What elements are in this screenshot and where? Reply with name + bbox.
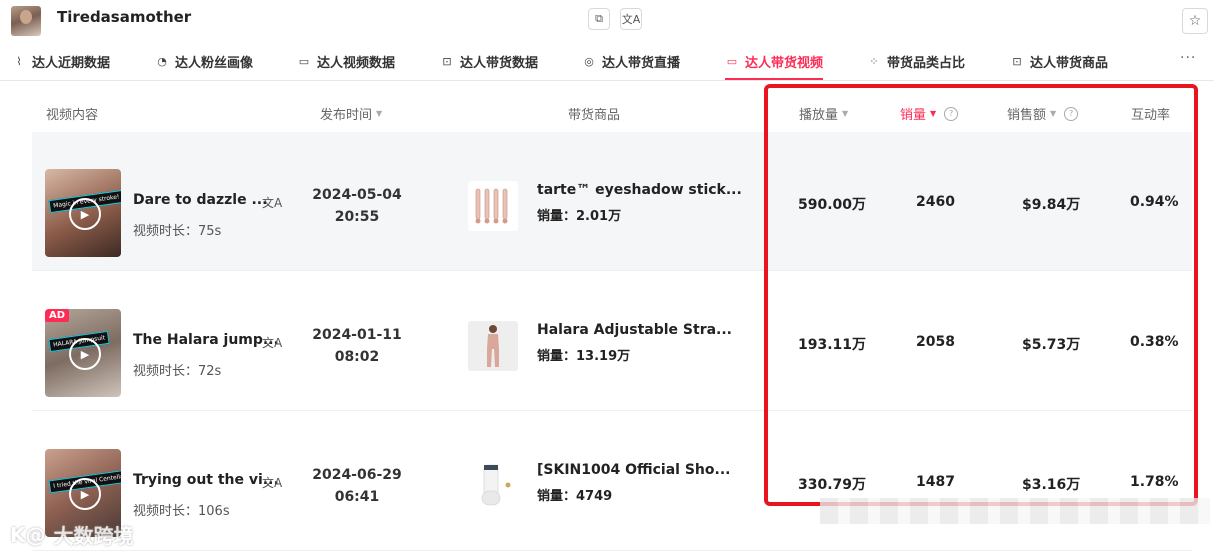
col-product: 带货商品 <box>568 104 620 123</box>
video-title[interactable]: The Halara jump... <box>133 332 279 348</box>
col-label: 带货商品 <box>568 108 621 123</box>
tab-category-share[interactable]: ⁘ 带货品类占比 <box>867 44 965 78</box>
tab-label: 达人带货数据 <box>460 55 539 71</box>
video-thumbnail[interactable]: Magic in every stroke! ▶ <box>45 169 121 257</box>
product-image[interactable] <box>468 461 518 511</box>
publish-clock: 06:41 <box>334 489 380 505</box>
product-name[interactable]: tarte™ eyeshadow stick... <box>537 182 742 198</box>
play-icon[interactable]: ▶ <box>69 478 101 510</box>
tab-video-data[interactable]: ▭ 达人视频数据 <box>297 44 395 78</box>
col-video-content: 视频内容 <box>46 104 98 123</box>
product-name[interactable]: Halara Adjustable Stra... <box>537 322 732 338</box>
bag-icon: ⊡ <box>1012 54 1022 68</box>
publish-date: 2024-06-29 <box>312 467 402 483</box>
video-title[interactable]: Dare to dazzle ... <box>133 192 267 208</box>
tab-label: 达人粉丝画像 <box>175 55 254 71</box>
line-chart-icon: ⌇ <box>16 54 22 68</box>
play-icon[interactable]: ▶ <box>69 198 101 230</box>
product-sales: 销量：13.19万 <box>537 349 631 364</box>
video-thumbnail[interactable]: AD HALARA Jumpsuit ▶ <box>45 309 121 397</box>
publish-time: 2024-01-11 08:02 <box>302 324 412 368</box>
tab-sales-products[interactable]: ⊡ 达人带货商品 <box>1010 44 1108 78</box>
live-icon: ◎ <box>584 54 594 68</box>
account-header: Tiredasamother ⧉ 文A ☆ <box>0 0 1214 40</box>
video-duration: 视频时长：75s <box>133 224 222 239</box>
product-sales: 销量：2.01万 <box>537 209 622 224</box>
video-icon: ▭ <box>298 54 310 68</box>
tab-label: 带货品类占比 <box>887 55 966 71</box>
translate-icon[interactable]: 文A <box>262 474 282 491</box>
more-icon[interactable]: ··· <box>1180 50 1196 66</box>
video-title[interactable]: Trying out the vi... <box>133 472 279 488</box>
tab-live-sales[interactable]: ◎ 达人带货直播 <box>582 44 680 78</box>
video-icon: ▭ <box>726 54 738 68</box>
avatar[interactable] <box>11 6 41 36</box>
sort-icon[interactable]: ▼ <box>376 109 382 118</box>
video-duration: 视频时长：72s <box>133 364 222 379</box>
translate-icon[interactable]: 文A <box>620 8 642 30</box>
translate-icon[interactable]: 文A <box>262 194 282 211</box>
publish-clock: 20:55 <box>334 209 380 225</box>
watermark: K@ 大数跨境 <box>10 520 134 549</box>
bag-icon: ⊡ <box>442 54 452 68</box>
grid-icon: ⁘ <box>869 54 879 68</box>
video-duration: 视频时长：106s <box>133 504 230 519</box>
publish-clock: 08:02 <box>334 349 380 365</box>
col-publish-time[interactable]: 发布时间 ▼ <box>320 104 382 123</box>
publish-date: 2024-05-04 <box>312 187 402 203</box>
col-label: 发布时间 <box>320 108 373 123</box>
highlight-box <box>764 84 1198 506</box>
product-image[interactable] <box>468 181 518 231</box>
product-name[interactable]: [SKIN1004 Official Sho... <box>537 462 730 478</box>
tab-sales-videos[interactable]: ▭ 达人带货视频 <box>725 44 824 80</box>
tab-fan-profile[interactable]: ◔ 达人粉丝画像 <box>155 44 253 78</box>
tab-recent-data[interactable]: ⌇ 达人近期数据 <box>12 44 110 78</box>
account-name[interactable]: Tiredasamother <box>57 8 191 26</box>
play-icon[interactable]: ▶ <box>69 338 101 370</box>
product-image[interactable] <box>468 321 518 371</box>
watermark-text: 大数跨境 <box>53 524 134 548</box>
tab-label: 达人带货直播 <box>602 55 681 71</box>
col-label: 视频内容 <box>46 108 99 123</box>
translate-icon[interactable]: 文A <box>262 334 282 351</box>
tab-label: 达人近期数据 <box>32 55 111 71</box>
copy-icon[interactable]: ⧉ <box>588 8 610 30</box>
publish-time: 2024-05-04 20:55 <box>302 184 412 228</box>
tab-label: 达人带货视频 <box>745 55 824 71</box>
watermark-logo: K@ <box>10 522 46 547</box>
publish-time: 2024-06-29 06:41 <box>302 464 412 508</box>
pie-chart-icon: ◔ <box>157 54 167 68</box>
ad-badge: AD <box>45 309 70 322</box>
star-icon[interactable]: ☆ <box>1182 8 1208 34</box>
tab-sales-data[interactable]: ⊡ 达人带货数据 <box>440 44 538 78</box>
publish-date: 2024-01-11 <box>312 327 402 343</box>
blurred-overlay <box>820 498 1210 524</box>
tab-bar: ⌇ 达人近期数据 ◔ 达人粉丝画像 ▭ 达人视频数据 ⊡ 达人带货数据 ◎ 达人… <box>0 44 1214 81</box>
product-sales: 销量：4749 <box>537 489 613 504</box>
tab-label: 达人带货商品 <box>1030 55 1109 71</box>
tab-label: 达人视频数据 <box>317 55 396 71</box>
